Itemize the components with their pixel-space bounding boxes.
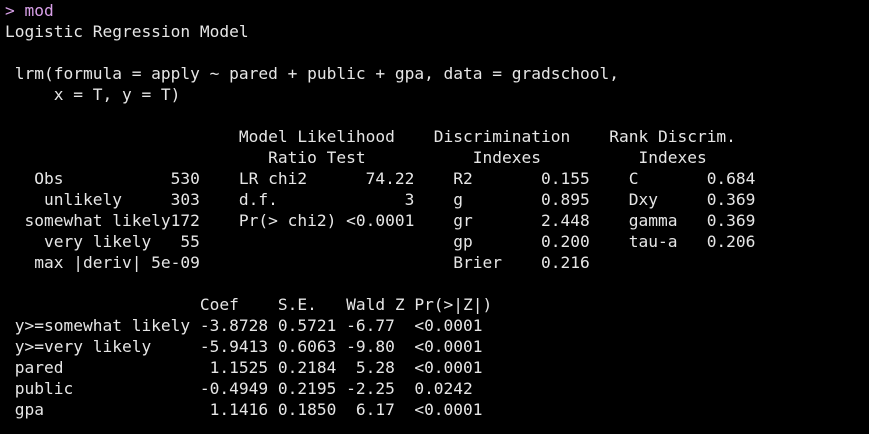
model-title-line: Logistic Regression Model bbox=[5, 22, 249, 41]
stats-row-max-deriv: max |deriv| 5e-09 Brier 0.216 bbox=[5, 253, 590, 272]
stats-row-somewhat-likely: somewhat likely172 Pr(> chi2) <0.0001 gr… bbox=[5, 211, 756, 230]
stats-row-very-likely: very likely 55 gp 0.200 tau-a 0.206 bbox=[5, 232, 756, 251]
stats-row-unlikely: unlikely 303 d.f. 3 g 0.895 Dxy 0.369 bbox=[5, 190, 756, 209]
coef-row-gpa: gpa 1.1416 0.1850 6.17 <0.0001 bbox=[5, 400, 483, 419]
coef-row-pared: pared 1.1525 0.2184 5.28 <0.0001 bbox=[5, 358, 483, 377]
coef-table-header: Coef S.E. Wald Z Pr(>|Z|) bbox=[5, 295, 493, 314]
formula-line: lrm(formula = apply ~ pared + public + g… bbox=[5, 64, 619, 83]
formula-continuation-line: x = T, y = T) bbox=[5, 85, 181, 104]
r-console[interactable]: > mod Logistic Regression Model lrm(form… bbox=[0, 0, 869, 434]
stats-header-line-1: Model Likelihood Discrimination Rank Dis… bbox=[5, 127, 736, 146]
console-prompt-line: > mod bbox=[5, 1, 54, 20]
stats-header-line-2: Ratio Test Indexes Indexes bbox=[5, 148, 707, 167]
coef-row-public: public -0.4949 0.2195 -2.25 0.0242 bbox=[5, 379, 473, 398]
stats-row-obs: Obs 530 LR chi2 74.22 R2 0.155 C 0.684 bbox=[5, 169, 756, 188]
coef-row-somewhat-likely: y>=somewhat likely -3.8728 0.5721 -6.77 … bbox=[5, 316, 483, 335]
coef-row-very-likely: y>=very likely -5.9413 0.6063 -9.80 <0.0… bbox=[5, 337, 483, 356]
